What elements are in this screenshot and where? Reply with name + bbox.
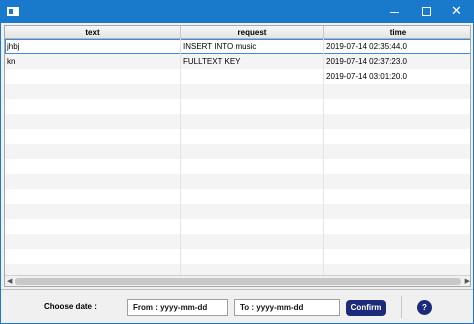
table-cell bbox=[5, 129, 181, 144]
table-body: jhbj INSERT INTO music 2019-07-14 02:35:44… bbox=[5, 39, 470, 279]
table-row[interactable] bbox=[5, 189, 470, 204]
table-cell bbox=[5, 144, 181, 159]
table-header: text request time bbox=[5, 26, 470, 39]
table-cell bbox=[5, 69, 181, 84]
date-filter-bar: Choose date : From : yyyy-mm-dd To : yyy… bbox=[1, 289, 473, 323]
table-cell bbox=[181, 159, 324, 174]
table-cell bbox=[5, 189, 181, 204]
table-cell bbox=[324, 159, 470, 174]
table-cell: 2019-07-14 03:01:20.0 bbox=[326, 72, 407, 81]
table-cell bbox=[181, 174, 324, 189]
table-cell bbox=[324, 204, 470, 219]
table-cell bbox=[5, 204, 181, 219]
scrollbar-thumb[interactable] bbox=[15, 278, 461, 285]
table-cell bbox=[181, 84, 324, 99]
close-button[interactable]: ✕ bbox=[441, 1, 473, 23]
table-row[interactable] bbox=[5, 204, 470, 219]
table-cell bbox=[324, 99, 470, 114]
table-cell bbox=[324, 144, 470, 159]
table-row[interactable]: kn FULLTEXT KEY 2019-07-14 02:37:23.0 bbox=[5, 54, 470, 69]
minimize-button[interactable] bbox=[378, 1, 410, 23]
table-cell bbox=[181, 189, 324, 204]
table-row[interactable] bbox=[5, 159, 470, 174]
column-header-time[interactable]: time bbox=[324, 26, 470, 39]
scroll-left-icon[interactable]: ◀ bbox=[7, 277, 12, 285]
table-row[interactable] bbox=[5, 174, 470, 189]
column-header-request[interactable]: request bbox=[181, 26, 324, 39]
table-cell bbox=[181, 69, 324, 84]
table-cell bbox=[324, 114, 470, 129]
table-row[interactable] bbox=[5, 84, 470, 99]
minimize-icon bbox=[390, 12, 399, 13]
table-cell bbox=[5, 84, 181, 99]
table-row[interactable] bbox=[5, 234, 470, 249]
table-cell bbox=[181, 114, 324, 129]
table-cell: FULLTEXT KEY bbox=[181, 54, 324, 69]
help-button[interactable]: ? bbox=[417, 300, 432, 315]
table-cell bbox=[324, 249, 470, 264]
table-cell bbox=[5, 174, 181, 189]
maximize-icon bbox=[422, 7, 431, 16]
scroll-right-icon[interactable]: ▶ bbox=[465, 277, 470, 285]
column-header-text[interactable]: text bbox=[5, 26, 181, 39]
horizontal-scrollbar[interactable]: ◀ ▶ bbox=[5, 275, 470, 286]
table-row[interactable]: 2019-07-14 03:01:20.0 bbox=[5, 69, 470, 84]
table-cell bbox=[324, 84, 470, 99]
app-window-icon bbox=[7, 7, 19, 16]
table-cell: kn bbox=[5, 54, 181, 69]
table-row[interactable]: jhbj INSERT INTO music 2019-07-14 02:35:44… bbox=[5, 39, 470, 54]
table-cell bbox=[181, 144, 324, 159]
confirm-button[interactable]: Confirm bbox=[346, 300, 386, 316]
table-row[interactable] bbox=[5, 219, 470, 234]
table-row[interactable] bbox=[5, 144, 470, 159]
table-cell bbox=[5, 159, 181, 174]
table-cell: 2019-07-14 02:35:44.0 bbox=[326, 42, 407, 51]
table-row[interactable] bbox=[5, 249, 470, 264]
table-row[interactable] bbox=[5, 114, 470, 129]
table-cell bbox=[324, 234, 470, 249]
title-bar[interactable]: ✕ bbox=[1, 1, 473, 23]
table-cell: jhbj bbox=[5, 39, 181, 54]
table-cell bbox=[5, 114, 181, 129]
table-cell bbox=[324, 174, 470, 189]
app-window: ✕ text request time jhbj INSERT INTO musi… bbox=[0, 0, 474, 324]
table-cell: INSERT INTO music bbox=[181, 39, 324, 54]
choose-date-label: Choose date : bbox=[44, 302, 97, 311]
table-cell bbox=[181, 219, 324, 234]
table-cell bbox=[324, 129, 470, 144]
table-cell: 2019-07-14 02:37:23.0 bbox=[326, 57, 407, 66]
table-cell bbox=[181, 204, 324, 219]
table-cell bbox=[181, 129, 324, 144]
table-cell bbox=[324, 219, 470, 234]
table-cell bbox=[5, 234, 181, 249]
table-cell bbox=[181, 234, 324, 249]
results-table[interactable]: text request time jhbj INSERT INTO music 2… bbox=[4, 25, 471, 287]
maximize-button[interactable] bbox=[410, 1, 442, 23]
table-row[interactable] bbox=[5, 99, 470, 114]
table-cell bbox=[181, 99, 324, 114]
table-cell bbox=[5, 99, 181, 114]
table-row[interactable] bbox=[5, 129, 470, 144]
table-cell bbox=[324, 189, 470, 204]
from-date-field[interactable]: From : yyyy-mm-dd bbox=[127, 299, 228, 316]
table-cell bbox=[5, 249, 181, 264]
table-cell bbox=[181, 249, 324, 264]
close-icon: ✕ bbox=[451, 4, 462, 19]
table-cell bbox=[5, 219, 181, 234]
separator bbox=[401, 296, 402, 318]
to-date-field[interactable]: To : yyyy-mm-dd bbox=[234, 299, 340, 316]
